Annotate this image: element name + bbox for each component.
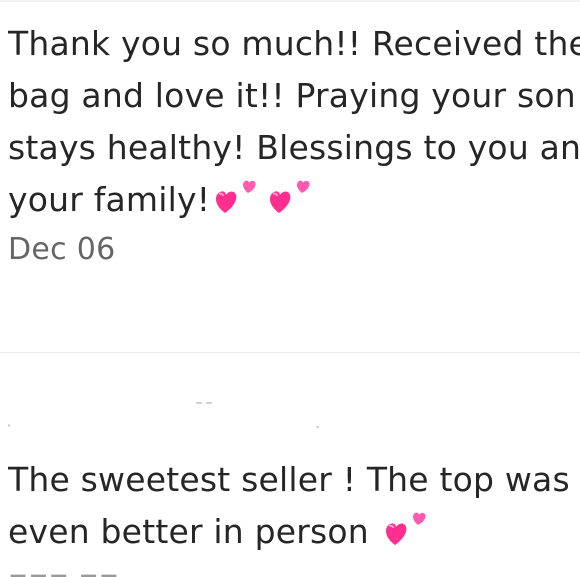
review-text: Thank you so much!! Received the bag and…	[8, 18, 580, 226]
review-card: Thank you so much!! Received the bag and…	[8, 18, 580, 267]
review-divider	[0, 352, 580, 353]
review-line: stays healthy! Blessings to you and	[8, 128, 580, 167]
review-line: even better in person	[8, 512, 369, 551]
two-hearts-icon	[266, 175, 318, 217]
review-date: Dec 06	[8, 232, 116, 267]
review-line: your family!	[8, 180, 211, 219]
review-line-last: your family!	[8, 174, 580, 226]
review-line: The sweetest seller ! The top was	[8, 460, 570, 499]
faded-speck	[8, 424, 10, 427]
faded-speck	[206, 402, 212, 404]
two-hearts-icon	[382, 507, 434, 549]
cropped-review-date: ▪▪▪ ▪▪	[8, 566, 128, 577]
review-card: The sweetest seller ! The top was even b…	[8, 454, 580, 558]
review-line: bag and love it!! Praying your son	[8, 76, 576, 115]
cropped-date-fragment: ▪▪▪ ▪▪	[8, 566, 128, 577]
faded-speck	[316, 426, 319, 428]
faded-username-row	[8, 396, 338, 432]
review-text: The sweetest seller ! The top was even b…	[8, 454, 580, 558]
review-line-last: even better in person	[8, 506, 580, 558]
top-edge-divider	[0, 0, 580, 2]
review-line: Thank you so much!! Received the	[8, 24, 580, 63]
faded-speck	[196, 402, 202, 404]
two-hearts-icon	[212, 175, 264, 217]
